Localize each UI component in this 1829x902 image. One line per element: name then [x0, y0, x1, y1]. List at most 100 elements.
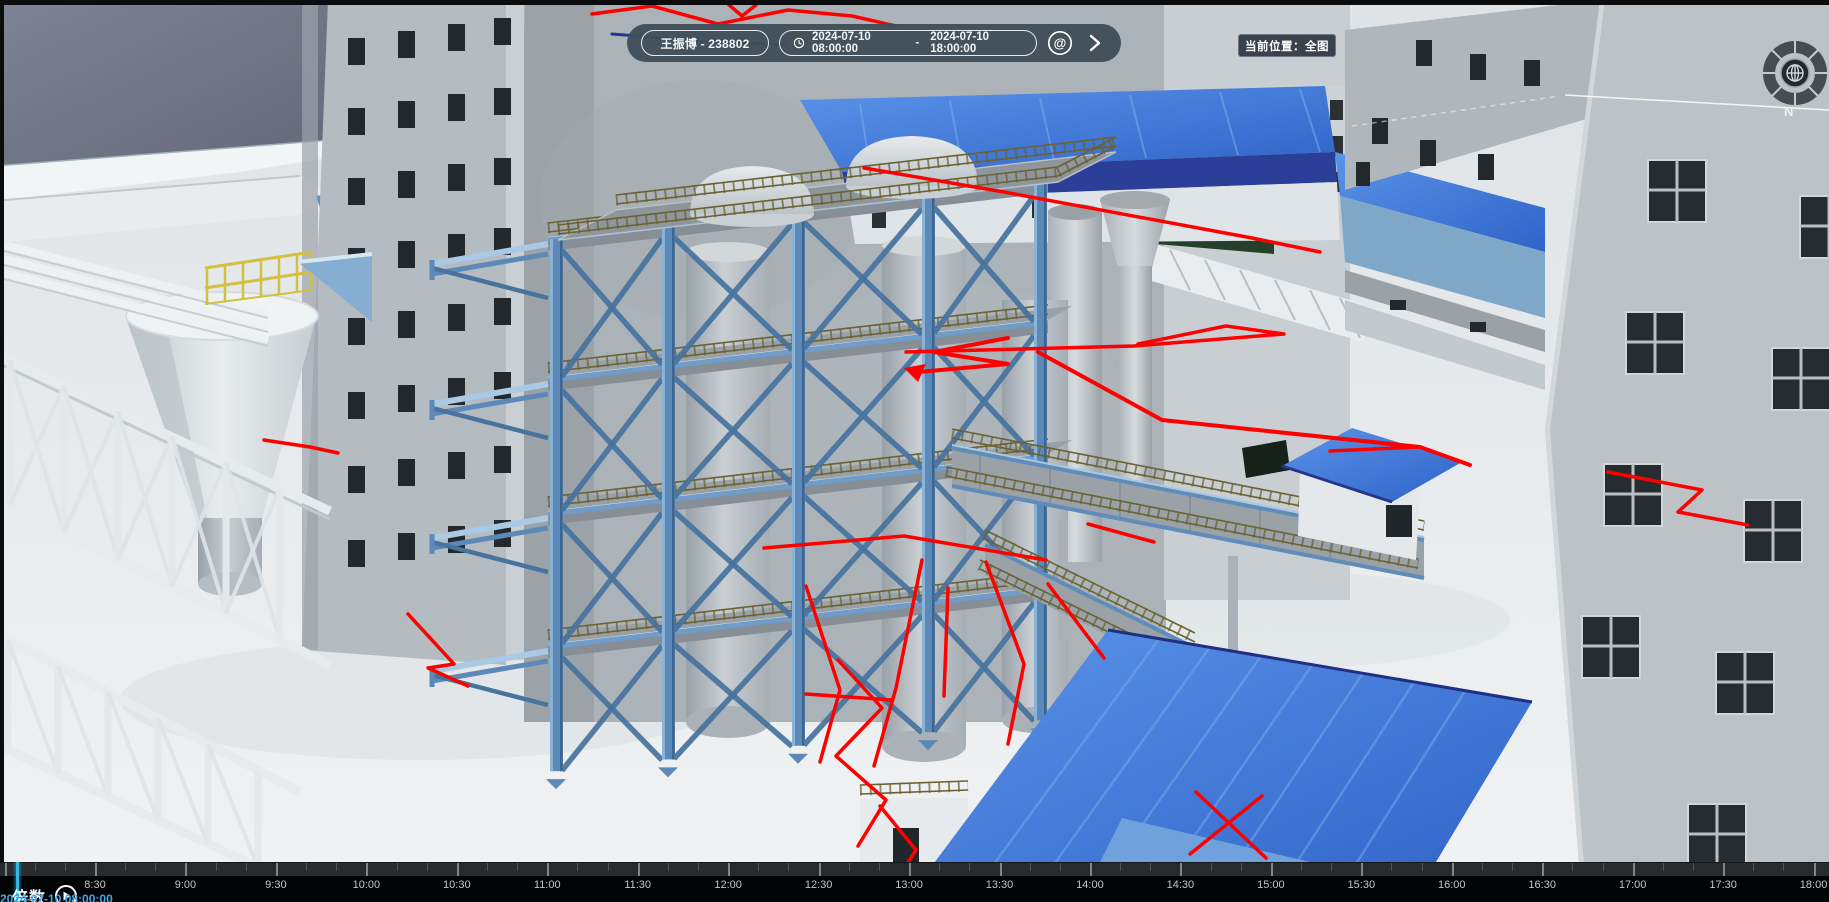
timeline-tick — [547, 863, 549, 876]
timeline-tick-label: 17:30 — [1709, 879, 1737, 891]
timeline-tick — [1271, 863, 1273, 876]
timeline-tick-label: 14:30 — [1167, 879, 1195, 891]
timeline-tick — [879, 863, 880, 871]
current-location-badge: 当前位置：全图 — [1238, 34, 1336, 57]
timeline-tick-label: 15:00 — [1257, 879, 1285, 891]
timeline-tick — [1120, 863, 1121, 871]
person-label: 王振博 - 238802 — [660, 35, 749, 52]
timeline-tick-label: 13:00 — [895, 879, 923, 891]
timeline-tick — [185, 863, 187, 876]
timeline-tick — [35, 863, 36, 871]
chevron-right-icon — [1089, 34, 1101, 52]
timeline-tick — [1000, 863, 1002, 876]
timeline-tick — [1783, 863, 1784, 871]
timeline-tick-label: 9:00 — [175, 879, 196, 891]
timeline-tick — [1301, 863, 1302, 871]
timeline-tick — [427, 863, 428, 871]
timeline-tick-label: 14:00 — [1076, 879, 1104, 891]
timeline-tick-label: 13:30 — [986, 879, 1014, 891]
timeline-tick — [939, 863, 940, 871]
timeline-tick — [1542, 863, 1544, 876]
locate-button[interactable]: @ — [1047, 29, 1073, 57]
timeline-tick — [246, 863, 247, 871]
timeline-tick — [1331, 863, 1332, 871]
timeline-tick — [366, 863, 368, 876]
timeline-tick — [95, 863, 97, 876]
timeline-bar[interactable]: 8:30 9:00 9:30 10:00 10:30 11:00 11:30 12:00 12:… — [0, 862, 1829, 902]
timeline-tick-label: 12:00 — [714, 879, 742, 891]
timeline-tick — [1422, 863, 1423, 871]
timeline-tick — [819, 863, 821, 876]
timeline-tick-label: 16:30 — [1528, 879, 1556, 891]
timeline-tick — [788, 863, 789, 871]
timeline-tick — [1663, 863, 1664, 871]
current-location-text: 当前位置：全图 — [1245, 38, 1329, 54]
timeline-tick — [1723, 863, 1725, 876]
globe-icon — [1787, 65, 1803, 81]
timeline-tick-label: 17:00 — [1619, 879, 1647, 891]
timeline-tick — [487, 863, 488, 871]
timeline-tick-label: 18:00 — [1800, 879, 1828, 891]
timeline-tick — [216, 863, 217, 871]
timeline-tick — [758, 863, 759, 871]
timeline-tick — [1030, 863, 1031, 871]
toolbar: 王振博 - 238802 2024-07-10 08:00:00 - 2024-… — [627, 24, 1121, 62]
compass-north-label: N — [1784, 104, 1793, 119]
timeline-tick — [577, 863, 578, 871]
timeline-tick-label: 11:00 — [534, 879, 561, 891]
time-range-picker[interactable]: 2024-07-10 08:00:00 - 2024-07-10 18:00:0… — [779, 30, 1037, 56]
timeline-tick — [969, 863, 970, 871]
timeline-ticks[interactable] — [0, 862, 1829, 876]
timeline-tick — [1180, 863, 1182, 876]
timeline-tick-label: 8:30 — [84, 879, 105, 891]
step-forward-button[interactable] — [1083, 29, 1107, 57]
timeline-tick — [276, 863, 278, 876]
timeline-tick — [306, 863, 307, 871]
timeline-tick — [1241, 863, 1242, 871]
timeline-tick — [1603, 863, 1604, 871]
person-selector[interactable]: 王振博 - 238802 — [641, 30, 769, 56]
left-building — [302, 0, 525, 665]
left-roof-slab — [4, 5, 352, 242]
start-time: 2024-07-10 08:00:00 — [812, 31, 904, 55]
timeline-tick-label: 12:30 — [805, 879, 833, 891]
locate-icon: @ — [1047, 30, 1073, 56]
timeline-tick — [608, 863, 609, 871]
timeline-tick — [457, 863, 459, 876]
timeline-tick-label: 15:30 — [1348, 879, 1376, 891]
factory-3d-scene[interactable]: N — [0, 0, 1829, 902]
timeline-tick — [1572, 863, 1573, 871]
timeline-tick — [1814, 863, 1816, 876]
timeline-tick — [849, 863, 850, 871]
timeline-tick — [155, 863, 156, 871]
timeline-tick — [1753, 863, 1754, 871]
timeline-tick — [1391, 863, 1392, 871]
timeline-tick-label: 16:00 — [1438, 879, 1466, 891]
timeline-labels: 8:30 9:00 9:30 10:00 10:30 11:00 11:30 12:00 12:… — [0, 876, 1829, 902]
timeline-tick-label: 11:30 — [624, 879, 651, 891]
timeline-tick — [1150, 863, 1151, 871]
playback-timestamp: 2024-07-10 08:00:00 — [0, 892, 113, 902]
clock-icon — [793, 36, 805, 50]
timeline-tick — [1361, 863, 1363, 876]
timeline-tick — [1482, 863, 1483, 871]
timeline-tick-label: 10:00 — [353, 879, 381, 891]
timeline-tick — [1452, 863, 1454, 876]
end-time: 2024-07-10 18:00:00 — [930, 31, 1022, 55]
timeline-tick — [728, 863, 730, 876]
timeline-tick — [517, 863, 518, 871]
timeline-tick-label: 9:30 — [265, 879, 286, 891]
timeline-tick — [638, 863, 640, 876]
timeline-tick — [668, 863, 669, 871]
timeline-tick — [1090, 863, 1092, 876]
timeline-tick — [1211, 863, 1212, 871]
timeline-tick-label: 10:30 — [443, 879, 471, 891]
timeline-tick — [65, 863, 66, 871]
timeline-tick — [397, 863, 398, 871]
timeline-tick — [1693, 863, 1694, 871]
time-separator: - — [915, 37, 919, 49]
svg-text:@: @ — [1053, 36, 1066, 51]
timeline-tick — [1512, 863, 1513, 871]
timeline-tick — [909, 863, 911, 876]
timeline-tick — [698, 863, 699, 871]
